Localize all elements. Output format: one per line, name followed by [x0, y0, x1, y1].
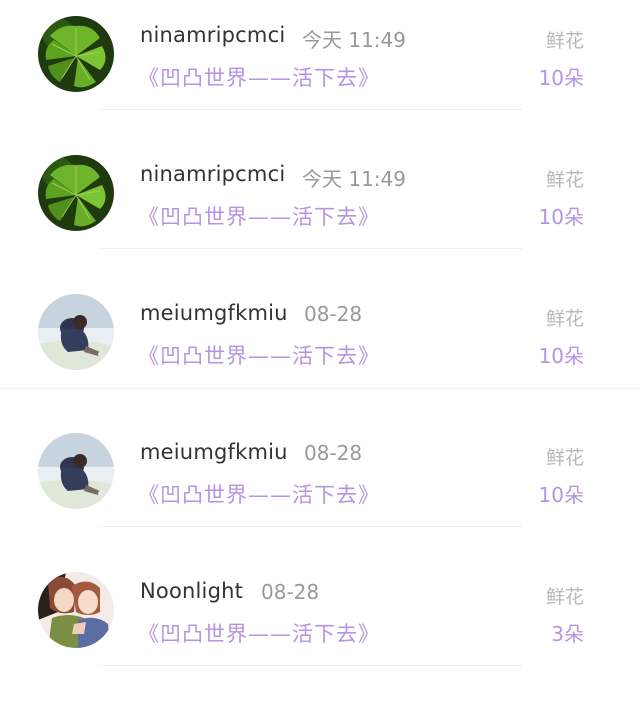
- gift-count: 10朵: [538, 344, 584, 368]
- divider: [98, 248, 522, 249]
- list-item[interactable]: meiumgfkmiu 08-28 《凹凸世界——活下去》 鲜花 10朵: [0, 417, 640, 556]
- sitting-figure-icon: [38, 294, 114, 370]
- timestamp: 今天 11:49: [302, 167, 406, 191]
- divider: [98, 665, 522, 666]
- avatar[interactable]: [38, 433, 114, 509]
- timestamp: 08-28: [261, 580, 320, 604]
- list-item[interactable]: ninamripcmci 今天 11:49 《凹凸世界——活下去》 鲜花 10朵: [0, 139, 640, 278]
- gift-count: 10朵: [538, 66, 584, 90]
- username[interactable]: ninamripcmci: [140, 23, 285, 47]
- gift-type-label: 鲜花: [545, 308, 584, 330]
- sitting-figure-icon: [38, 433, 114, 509]
- gift-count: 3朵: [551, 622, 584, 646]
- list-item[interactable]: meiumgfkmiu 08-28 《凹凸世界——活下去》 鲜花 10朵: [0, 278, 640, 417]
- username[interactable]: ninamripcmci: [140, 162, 285, 186]
- timestamp: 08-28: [304, 302, 363, 326]
- divider: [0, 388, 640, 389]
- username[interactable]: meiumgfkmiu: [140, 440, 288, 464]
- avatar[interactable]: [38, 155, 114, 231]
- book-title-link[interactable]: 《凹凸世界——活下去》: [138, 201, 380, 231]
- username[interactable]: Noonlight: [140, 579, 243, 603]
- gift-type-label: 鲜花: [545, 586, 584, 608]
- list-item[interactable]: ninamripcmci 今天 11:49 《凹凸世界——活下去》 鲜花 10朵: [0, 0, 640, 139]
- gift-type-label: 鲜花: [545, 30, 584, 52]
- list-item[interactable]: Noonlight 08-28 《凹凸世界——活下去》 鲜花 3朵: [0, 556, 640, 695]
- avatar[interactable]: [38, 572, 114, 648]
- gift-type-label: 鲜花: [545, 447, 584, 469]
- anime-girls-icon: [38, 572, 114, 648]
- book-title-link[interactable]: 《凹凸世界——活下去》: [138, 62, 380, 92]
- ginkgo-leaf-icon: [38, 155, 114, 231]
- gift-type-label: 鲜花: [545, 169, 584, 191]
- gift-count: 10朵: [538, 205, 584, 229]
- timestamp: 今天 11:49: [302, 28, 406, 52]
- ginkgo-leaf-icon: [38, 16, 114, 92]
- divider: [98, 526, 522, 527]
- timestamp: 08-28: [304, 441, 363, 465]
- flower-gift-list: ninamripcmci 今天 11:49 《凹凸世界——活下去》 鲜花 10朵…: [0, 0, 640, 709]
- book-title-link[interactable]: 《凹凸世界——活下去》: [138, 618, 380, 648]
- username[interactable]: meiumgfkmiu: [140, 301, 288, 325]
- avatar[interactable]: [38, 294, 114, 370]
- avatar[interactable]: [38, 16, 114, 92]
- gift-count: 10朵: [538, 483, 584, 507]
- book-title-link[interactable]: 《凹凸世界——活下去》: [138, 479, 380, 509]
- book-title-link[interactable]: 《凹凸世界——活下去》: [138, 340, 380, 370]
- divider: [98, 109, 522, 110]
